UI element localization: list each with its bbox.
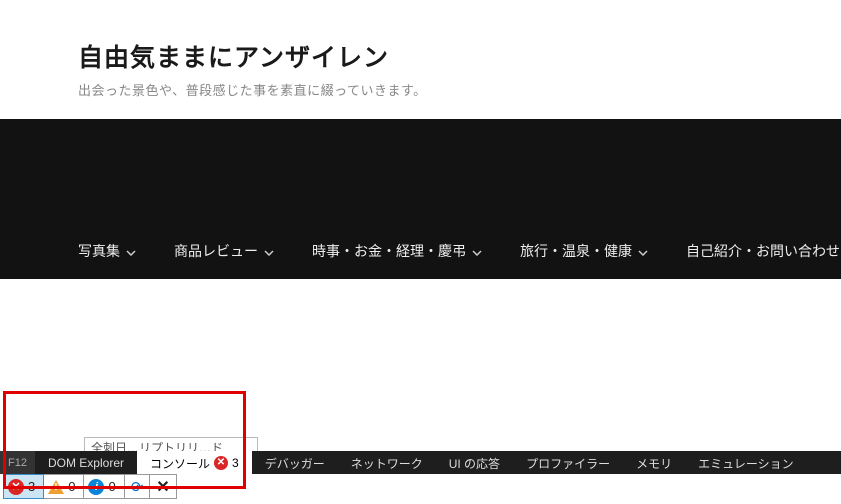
error-icon: ✕ [8, 479, 24, 495]
tab-label: コンソール [150, 455, 210, 472]
nav-item-travel[interactable]: 旅行・温泉・健康 [520, 241, 648, 261]
devtools-tab-network[interactable]: ネットワーク [338, 451, 436, 474]
devtools-status-bar: ✕ 3 0 i 0 ⟳ ✕ [3, 474, 176, 499]
main-nav: 写真集 商品レビュー 時事・お金・経理・慶弔 旅行・温泉・健康 自己紹介・お問い… [0, 119, 841, 279]
error-count: 3 [232, 456, 239, 470]
nav-label: 商品レビュー [174, 241, 258, 261]
nav-item-news[interactable]: 時事・お金・経理・慶弔 [312, 241, 482, 261]
status-errors[interactable]: ✕ 3 [3, 474, 44, 499]
devtools-tab-dom[interactable]: DOM Explorer [35, 451, 137, 474]
error-count: 3 [28, 479, 35, 494]
devtools-tab-memory[interactable]: メモリ [623, 451, 685, 474]
warning-count: 0 [68, 479, 75, 494]
devtools-tab-profiler[interactable]: プロファイラー [513, 451, 623, 474]
chevron-down-icon [126, 243, 136, 259]
chevron-down-icon [264, 243, 274, 259]
content-area [0, 279, 841, 419]
devtools-tabs: F12 DOM Explorer コンソール ✕ 3 デバッガー ネットワーク U… [0, 451, 841, 474]
chevron-down-icon [638, 243, 648, 259]
nav-item-reviews[interactable]: 商品レビュー [174, 241, 274, 261]
devtools-tab-emulation[interactable]: エミュレーション [685, 451, 807, 474]
nav-label: 時事・お金・経理・慶弔 [312, 241, 466, 261]
status-refresh[interactable]: ⟳ [124, 474, 151, 499]
refresh-icon: ⟳ [131, 478, 144, 496]
status-info[interactable]: i 0 [83, 474, 124, 499]
devtools-tab-debugger[interactable]: デバッガー [252, 451, 338, 474]
info-count: 0 [108, 479, 115, 494]
nav-label: 写真集 [78, 241, 120, 261]
warning-icon [48, 480, 64, 494]
nav-label: 旅行・温泉・健康 [520, 241, 632, 261]
nav-item-about[interactable]: 自己紹介・お問い合わせ [686, 241, 840, 261]
close-icon: ✕ [156, 477, 169, 497]
nav-item-photos[interactable]: 写真集 [78, 241, 136, 261]
status-clear[interactable]: ✕ [149, 474, 176, 499]
chevron-down-icon [472, 243, 482, 259]
partial-button[interactable]: 全刺日…リプトリリ…ド [84, 437, 258, 451]
site-title[interactable]: 自由気ままにアンザイレン [78, 38, 841, 74]
status-warnings[interactable]: 0 [43, 474, 84, 499]
error-icon: ✕ [214, 456, 228, 470]
devtools-f12-label: F12 [0, 451, 35, 474]
devtools-tab-console[interactable]: コンソール ✕ 3 [137, 451, 252, 474]
site-subtitle: 出会った景色や、普段感じた事を素直に綴っていきます。 [78, 80, 841, 99]
site-header: 自由気ままにアンザイレン 出会った景色や、普段感じた事を素直に綴っていきます。 [0, 0, 841, 119]
devtools-tab-ui[interactable]: UI の応答 [436, 451, 513, 474]
info-icon: i [88, 479, 104, 495]
nav-label: 自己紹介・お問い合わせ [686, 241, 840, 261]
